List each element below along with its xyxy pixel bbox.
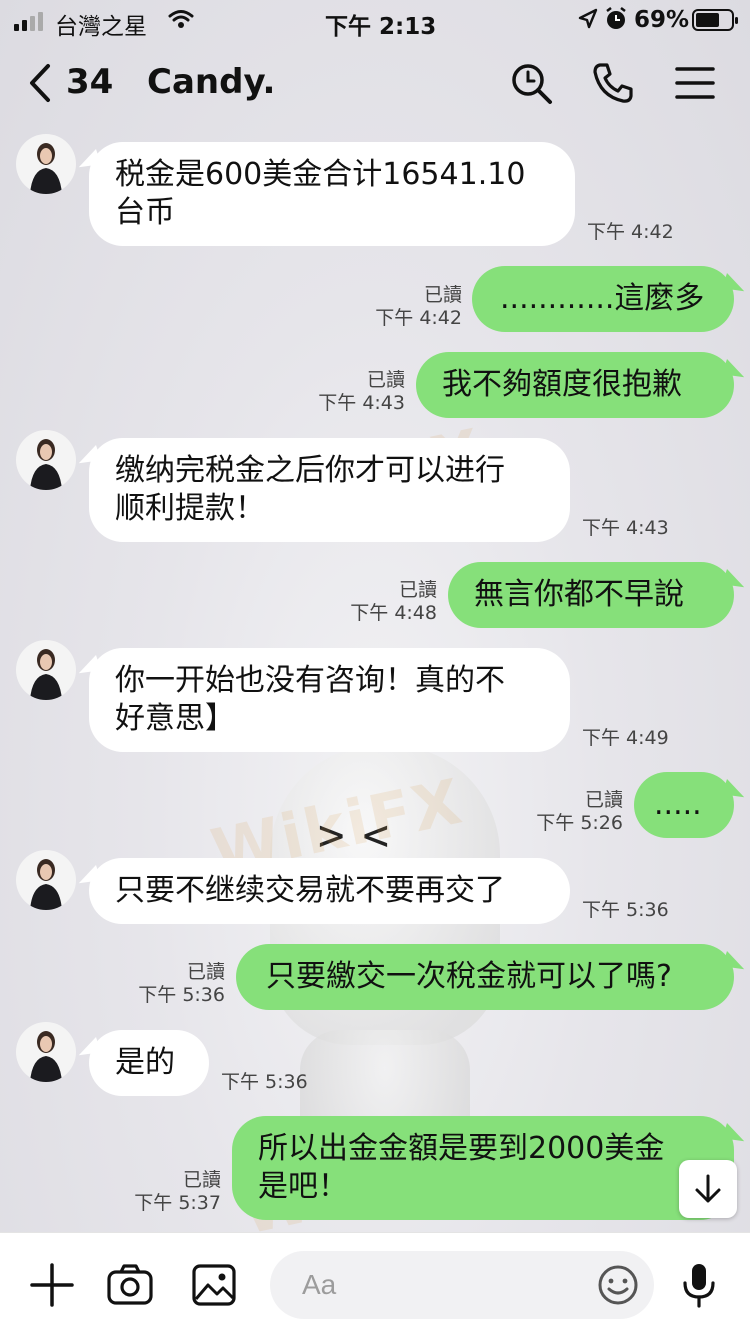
message-bubble-outgoing[interactable]: 只要繳交一次稅金就可以了嗎? bbox=[236, 944, 734, 1010]
read-receipt: 已讀 bbox=[366, 369, 405, 391]
message-text-line: 顺利提款！ bbox=[115, 491, 265, 526]
message-input-bar bbox=[0, 1232, 750, 1334]
image-icon[interactable] bbox=[190, 1261, 238, 1309]
message-text-line: 只要繳交一次稅金就可以了嗎? bbox=[266, 959, 672, 994]
mic-icon[interactable] bbox=[675, 1261, 723, 1309]
read-receipt: 已讀 bbox=[182, 1169, 221, 1191]
message-time: 下午 5:26 bbox=[536, 812, 623, 834]
arrow-down-icon bbox=[695, 1174, 721, 1203]
message-bubble-incoming[interactable]: 是的 bbox=[89, 1030, 209, 1096]
message-bubble-incoming[interactable]: 缴纳完税金之后你才可以进行 顺利提款！ bbox=[89, 438, 570, 542]
message-time: 下午 5:36 bbox=[582, 899, 669, 921]
message-text-line: 是吧！ bbox=[258, 1169, 348, 1204]
message-text-line: 台币 bbox=[115, 195, 175, 230]
message-time: 下午 4:49 bbox=[582, 727, 669, 749]
message-bubble-incoming[interactable]: 你一开始也没有咨询！真的不 好意思】 bbox=[89, 648, 570, 752]
message-bubble-incoming[interactable]: 税金是600美金合计16541.10 台币 bbox=[89, 142, 575, 246]
message-text-line: 只要不继续交易就不要再交了 bbox=[115, 873, 505, 908]
message-time: 下午 5:36 bbox=[138, 984, 225, 1006]
message-list[interactable]: 税金是600美金合计16541.10 台币 下午 4:42 已讀 下午 4:42… bbox=[0, 0, 750, 1230]
message-bubble-outgoing[interactable]: 所以出金金額是要到2000美金 是吧！ bbox=[232, 1116, 734, 1220]
message-bubble-outgoing[interactable]: 無言你都不早說 bbox=[448, 562, 734, 628]
emoji-icon[interactable] bbox=[596, 1263, 640, 1307]
message-time: 下午 4:43 bbox=[318, 392, 405, 414]
message-time: 下午 4:42 bbox=[587, 221, 674, 243]
read-receipt: 已讀 bbox=[186, 961, 225, 983]
camera-icon[interactable] bbox=[106, 1261, 154, 1309]
message-time: 下午 4:48 bbox=[350, 602, 437, 624]
read-receipt: 已讀 bbox=[584, 789, 623, 811]
message-text-line: 你一开始也没有咨询！真的不 bbox=[115, 663, 505, 698]
message-text-line: 好意思】 bbox=[115, 701, 235, 736]
message-bubble-outgoing[interactable]: ............這麼多 bbox=[472, 266, 734, 332]
message-time: 下午 5:36 bbox=[221, 1071, 308, 1093]
scroll-to-bottom-button[interactable] bbox=[679, 1160, 737, 1218]
message-time: 下午 5:37 bbox=[134, 1192, 221, 1214]
message-text-line: 無言你都不早說 bbox=[474, 577, 684, 612]
message-time: 下午 4:43 bbox=[582, 517, 669, 539]
avatar[interactable] bbox=[16, 640, 76, 700]
message-text-line: 税金是600美金合计16541.10 bbox=[115, 157, 526, 192]
message-text-line: 我不夠額度很抱歉 bbox=[442, 367, 682, 402]
avatar[interactable] bbox=[16, 134, 76, 194]
message-text-line: 所以出金金額是要到2000美金 bbox=[258, 1131, 665, 1166]
avatar[interactable] bbox=[16, 850, 76, 910]
avatar[interactable] bbox=[16, 430, 76, 490]
message-text-line: ..... bbox=[654, 787, 702, 822]
message-bubble-outgoing[interactable]: ..... bbox=[634, 772, 734, 838]
message-text-line: 是的 bbox=[115, 1045, 175, 1080]
read-receipt: 已讀 bbox=[398, 579, 437, 601]
message-text-line: ............這麼多 bbox=[500, 281, 705, 316]
avatar[interactable] bbox=[16, 1022, 76, 1082]
message-text-line: 缴纳完税金之后你才可以进行 bbox=[115, 453, 505, 488]
plus-icon[interactable] bbox=[28, 1261, 76, 1309]
message-time: 下午 4:42 bbox=[375, 307, 462, 329]
message-bubble-outgoing[interactable]: 我不夠額度很抱歉 bbox=[416, 352, 734, 418]
message-bubble-incoming[interactable]: 只要不继续交易就不要再交了 bbox=[89, 858, 570, 924]
read-receipt: 已讀 bbox=[423, 284, 462, 306]
